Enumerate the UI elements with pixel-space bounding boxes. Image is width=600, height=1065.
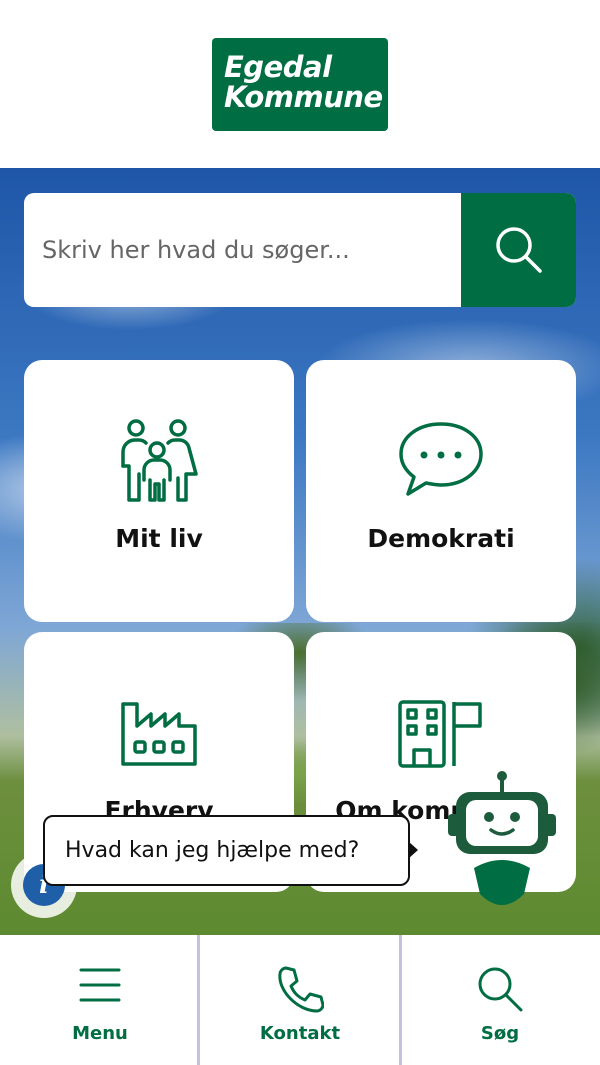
- nav-menu-button[interactable]: Menu: [0, 935, 200, 1065]
- tile-demokrati[interactable]: Demokrati: [306, 360, 576, 622]
- nav-divider: [197, 935, 200, 1065]
- chatbot-prompt-text: Hvad kan jeg hjælpe med?: [65, 838, 360, 863]
- bottom-navigation: Menu Kontakt Søg: [0, 935, 600, 1065]
- nav-label: Kontakt: [259, 1023, 341, 1044]
- factory-icon: [121, 702, 197, 766]
- search-bar: [24, 193, 576, 307]
- nav-label: Menu: [72, 1023, 128, 1044]
- city-hall-icon: [398, 700, 482, 768]
- search-icon: [478, 967, 523, 1012]
- nav-sog-button[interactable]: Søg: [400, 935, 600, 1065]
- egedal-kommune-logo[interactable]: Egedal Kommune: [212, 38, 388, 131]
- nav-label: Søg: [480, 1023, 520, 1044]
- tile-label: Demokrati: [367, 524, 515, 553]
- phone-icon: [278, 966, 324, 1013]
- chatbot-bubble-tail: [408, 841, 418, 859]
- search-input[interactable]: [24, 193, 461, 307]
- logo-line-2: Kommune: [224, 80, 383, 114]
- tile-mit-liv[interactable]: Mit liv: [24, 360, 294, 622]
- family-icon: [121, 419, 198, 502]
- speech-bubble-icon: [399, 422, 483, 496]
- site-header: Egedal Kommune: [0, 0, 600, 168]
- logo-line-1: Egedal: [224, 50, 332, 84]
- search-icon: [495, 227, 542, 273]
- nav-divider: [399, 935, 402, 1065]
- chatbot-prompt-bubble[interactable]: Hvad kan jeg hjælpe med?: [43, 815, 410, 886]
- search-button[interactable]: [461, 193, 576, 307]
- chatbot-robot-icon[interactable]: [444, 770, 560, 910]
- tile-label: Mit liv: [115, 524, 203, 553]
- hamburger-menu-icon: [79, 968, 121, 1002]
- nav-kontakt-button[interactable]: Kontakt: [200, 935, 400, 1065]
